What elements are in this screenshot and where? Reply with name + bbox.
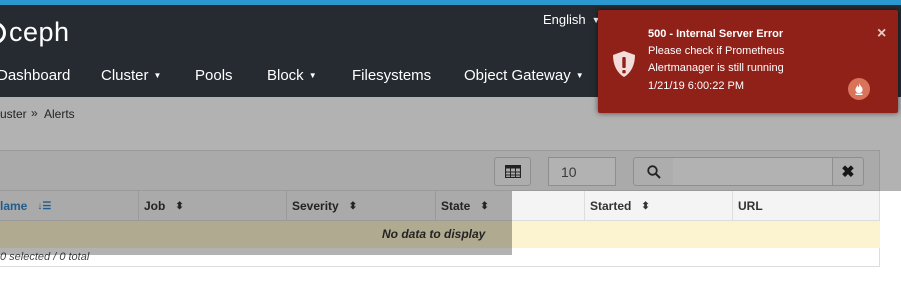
nav-item-filesystems[interactable]: Filesystems: [352, 67, 431, 84]
caret-down-icon: ▼: [575, 71, 584, 80]
ceph-logo-icon: [0, 21, 6, 44]
search-button[interactable]: [633, 157, 674, 186]
close-icon[interactable]: ×: [877, 25, 886, 43]
column-header-name[interactable]: lame ↓☰: [0, 191, 139, 221]
column-header-job[interactable]: Job ⬍: [139, 191, 287, 221]
sort-icon: ⬍: [480, 200, 489, 212]
column-toggle-button[interactable]: [494, 157, 531, 186]
empty-message: No data to display: [382, 227, 486, 241]
column-header-url[interactable]: URL: [733, 191, 880, 221]
column-header-started[interactable]: Started ⬍: [585, 191, 733, 221]
sort-icon: ⬍: [641, 200, 650, 212]
column-label: URL: [738, 199, 763, 213]
nav-label: Dashboard: [0, 67, 71, 84]
column-header-state[interactable]: State ⬍: [436, 191, 585, 221]
clear-search-button[interactable]: ✖: [832, 157, 864, 186]
column-label: lame: [0, 199, 28, 213]
nav-item-object-gateway[interactable]: Object Gateway ▼: [464, 67, 584, 84]
breadcrumb-current: Alerts: [44, 107, 75, 121]
logo-text: ceph: [9, 17, 70, 47]
table-columns-icon: [504, 165, 521, 178]
nav-item-cluster[interactable]: Cluster ▼: [101, 67, 161, 84]
nav-item-block[interactable]: Block ▼: [267, 67, 317, 84]
column-label: Started: [590, 199, 632, 213]
table-footer: 0 selected / 0 total: [0, 248, 880, 267]
selection-count: 0 selected / 0 total: [0, 251, 90, 263]
empty-table-row: No data to display: [0, 221, 880, 248]
toast-title: 500 - Internal Server Error: [648, 28, 784, 40]
breadcrumb-parent[interactable]: uster: [0, 107, 27, 121]
language-selector[interactable]: English ▼: [543, 12, 601, 27]
shield-exclamation-icon: [613, 51, 635, 77]
prometheus-flame-icon: [848, 78, 870, 100]
error-toast: 500 - Internal Server Error Please check…: [598, 10, 898, 113]
search-input[interactable]: [673, 157, 833, 186]
sort-icon: ⬍: [175, 200, 184, 212]
nav-item-dashboard[interactable]: Dashboard: [0, 67, 70, 84]
sort-icon: ⬍: [348, 200, 358, 212]
toast-timestamp: 1/21/19 6:00:22 PM: [648, 80, 745, 92]
nav-label: Block: [267, 67, 304, 84]
caret-down-icon: ▼: [153, 71, 162, 80]
nav-label: Cluster: [101, 67, 149, 84]
table-toolbar: 10 ✖: [0, 150, 880, 191]
breadcrumb-separator: »: [31, 106, 38, 120]
column-header-severity[interactable]: Severity ⬍: [287, 191, 436, 221]
column-label: Job: [144, 199, 166, 213]
language-label: English: [543, 12, 586, 27]
toast-message: Alertmanager is still running: [648, 62, 784, 74]
caret-down-icon: ▼: [308, 71, 317, 80]
flame-icon: [855, 83, 863, 95]
nav-label: Pools: [195, 67, 233, 84]
column-label: State: [441, 199, 471, 213]
nav-label: Object Gateway: [464, 67, 571, 84]
nav-item-pools[interactable]: Pools: [195, 67, 233, 84]
nav-label: Filesystems: [352, 67, 432, 84]
sort-amount-asc-icon: ↓☰: [37, 200, 52, 212]
column-label: Severity: [292, 199, 339, 213]
close-icon: ✖: [841, 163, 855, 181]
logo[interactable]: ceph: [0, 17, 70, 48]
page-size-input[interactable]: 10: [548, 157, 616, 186]
search-icon: [646, 164, 661, 179]
toast-message: Please check if Prometheus: [648, 45, 785, 57]
table-header-row: lame ↓☰ Job ⬍ Severity ⬍ State ⬍ Started…: [0, 191, 880, 221]
